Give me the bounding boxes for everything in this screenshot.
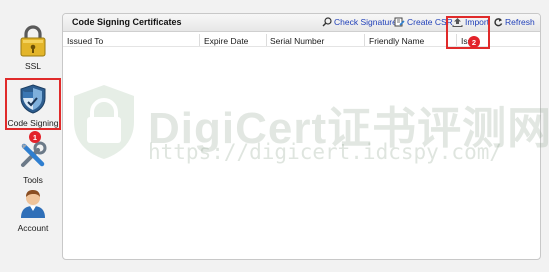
- column-friendly-name[interactable]: Friendly Name: [369, 36, 424, 46]
- column-expire-date[interactable]: Expire Date: [204, 36, 248, 46]
- sidebar-item-account[interactable]: Account: [6, 186, 60, 244]
- import-label: Import: [465, 17, 490, 27]
- watermark-url: https://digicert.idcspy.com/: [148, 140, 503, 164]
- column-serial-number[interactable]: Serial Number: [270, 36, 324, 46]
- create-csr-label: Create CSR: [407, 17, 453, 27]
- column-divider: [364, 34, 365, 46]
- sidebar-item-code-signing[interactable]: Code Signing: [5, 78, 61, 130]
- column-divider: [266, 34, 267, 46]
- check-signature-label: Check Signature: [334, 17, 397, 27]
- refresh-label: Refresh: [505, 17, 535, 27]
- sidebar-item-label: SSL: [24, 61, 42, 71]
- sidebar-item-label: Code Signing: [7, 118, 59, 128]
- magnifier-icon: [322, 17, 332, 27]
- column-issued-to[interactable]: Issued To: [67, 36, 103, 46]
- watermark-shield-logo: [74, 85, 134, 159]
- column-divider: [199, 34, 200, 46]
- user-account-icon: [16, 186, 50, 220]
- sidebar-item-label: Tools: [23, 175, 43, 185]
- panel-header: Code Signing Certificates Check Signatur…: [63, 14, 540, 32]
- tools-icon: [16, 138, 50, 172]
- create-csr-button[interactable]: Create CSR: [394, 17, 453, 27]
- sidebar-item-label: Account: [17, 223, 49, 233]
- refresh-button[interactable]: Refresh: [494, 17, 535, 27]
- document-edit-icon: [394, 17, 405, 27]
- shield-certificate-icon: [16, 83, 50, 115]
- check-signature-button[interactable]: Check Signature: [322, 17, 397, 27]
- padlock-icon: [16, 24, 50, 58]
- upload-icon: [452, 18, 463, 27]
- sidebar-item-ssl[interactable]: SSL: [6, 24, 60, 82]
- column-divider: [456, 34, 457, 46]
- refresh-icon: [494, 18, 503, 27]
- step-badge-2: 2: [468, 36, 480, 48]
- step-badge-1: 1: [29, 131, 41, 143]
- panel-title: Code Signing Certificates: [72, 17, 182, 27]
- import-button[interactable]: Import: [452, 17, 489, 27]
